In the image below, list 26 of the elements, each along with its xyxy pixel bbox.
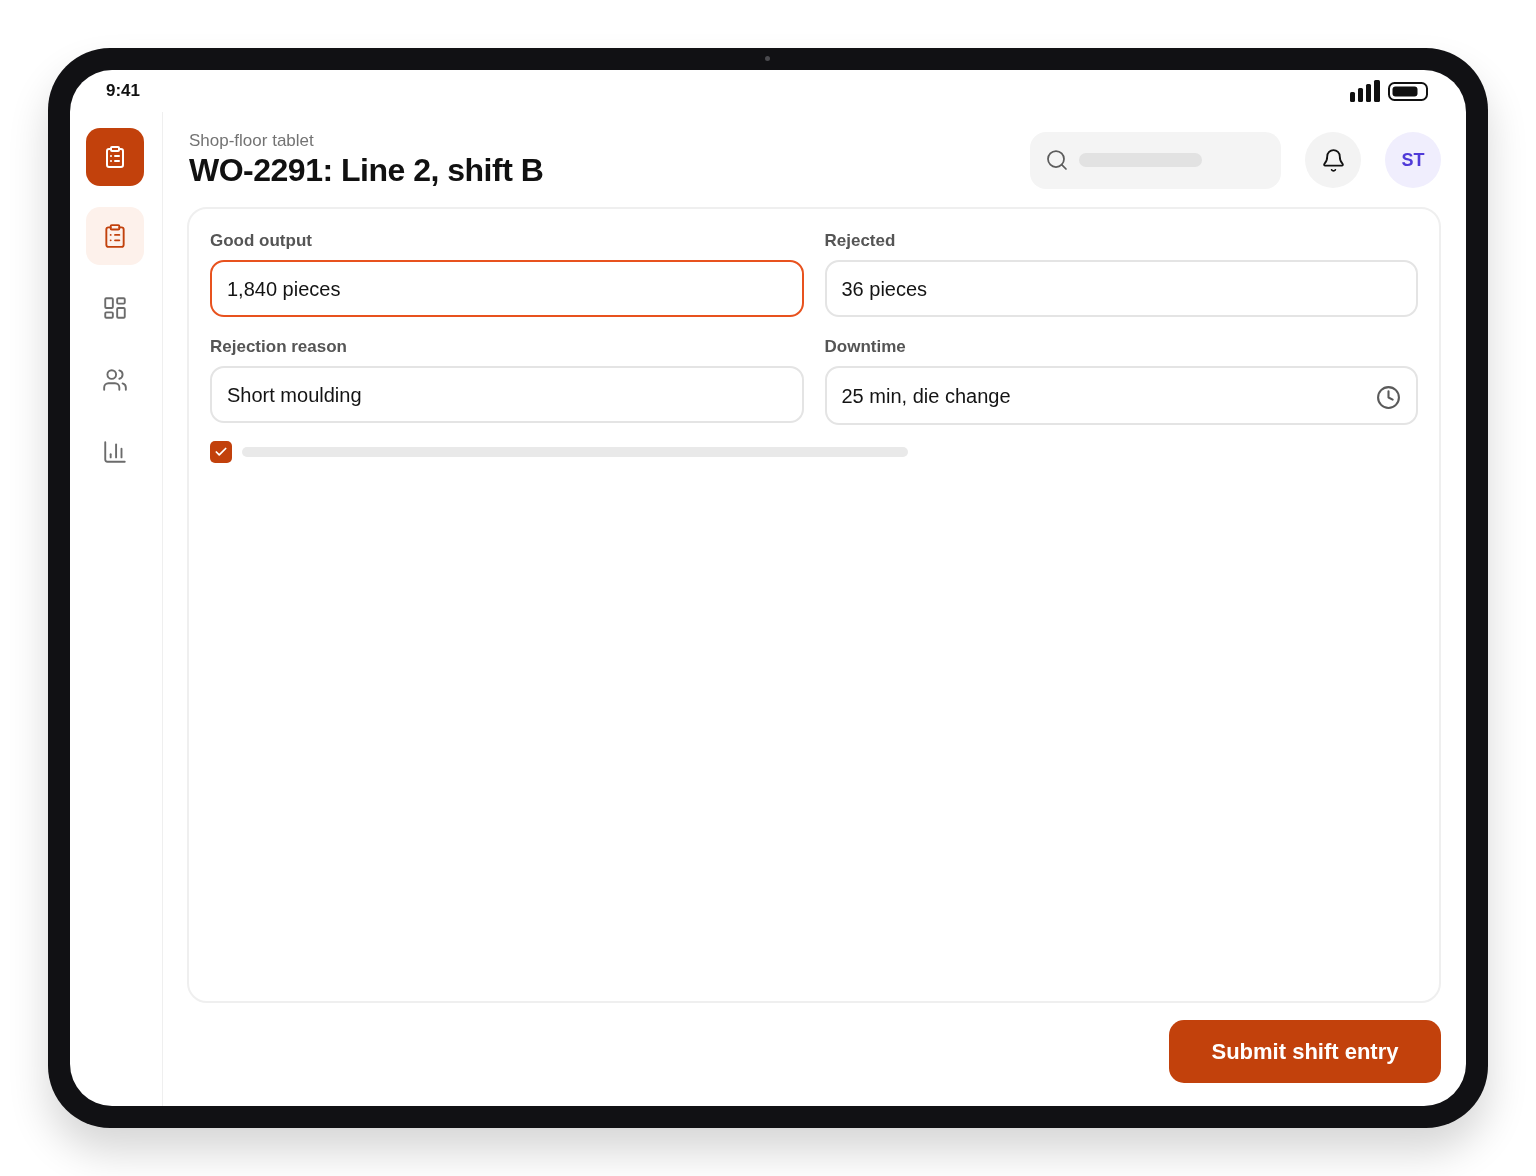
user-avatar[interactable]: ST bbox=[1385, 132, 1441, 188]
search-field[interactable] bbox=[1030, 131, 1281, 189]
submit-button[interactable]: Submit shift entry bbox=[1169, 1020, 1441, 1083]
checkbox[interactable] bbox=[210, 441, 232, 463]
app-logo-button[interactable] bbox=[85, 128, 144, 186]
bar-chart-icon bbox=[101, 439, 128, 465]
input-field[interactable]: 36 pieces bbox=[824, 260, 1418, 317]
signal-icon bbox=[1350, 80, 1380, 102]
users-icon bbox=[101, 367, 128, 393]
page-title: WO-2291: Line 2, shift B bbox=[189, 151, 544, 189]
battery-icon bbox=[1388, 81, 1428, 101]
field-label: Rejected bbox=[824, 231, 897, 251]
input-field[interactable]: 25 min, die change bbox=[824, 366, 1418, 425]
dashboard-icon bbox=[101, 295, 128, 321]
search-icon bbox=[1045, 148, 1069, 172]
status-time: 9:41 bbox=[106, 80, 141, 103]
input-field[interactable]: 1,840 pieces bbox=[210, 260, 804, 317]
field-label: Downtime bbox=[824, 337, 907, 357]
nav-item[interactable] bbox=[85, 207, 144, 265]
field-label: Rejection reason bbox=[210, 337, 348, 357]
check-icon bbox=[214, 445, 228, 459]
field-label: Good output bbox=[210, 231, 313, 251]
page-subtitle: Shop-floor tablet bbox=[189, 131, 315, 151]
bell-icon bbox=[1320, 147, 1346, 173]
clock-icon bbox=[1376, 385, 1401, 410]
input-field[interactable]: Short moulding bbox=[210, 366, 804, 423]
